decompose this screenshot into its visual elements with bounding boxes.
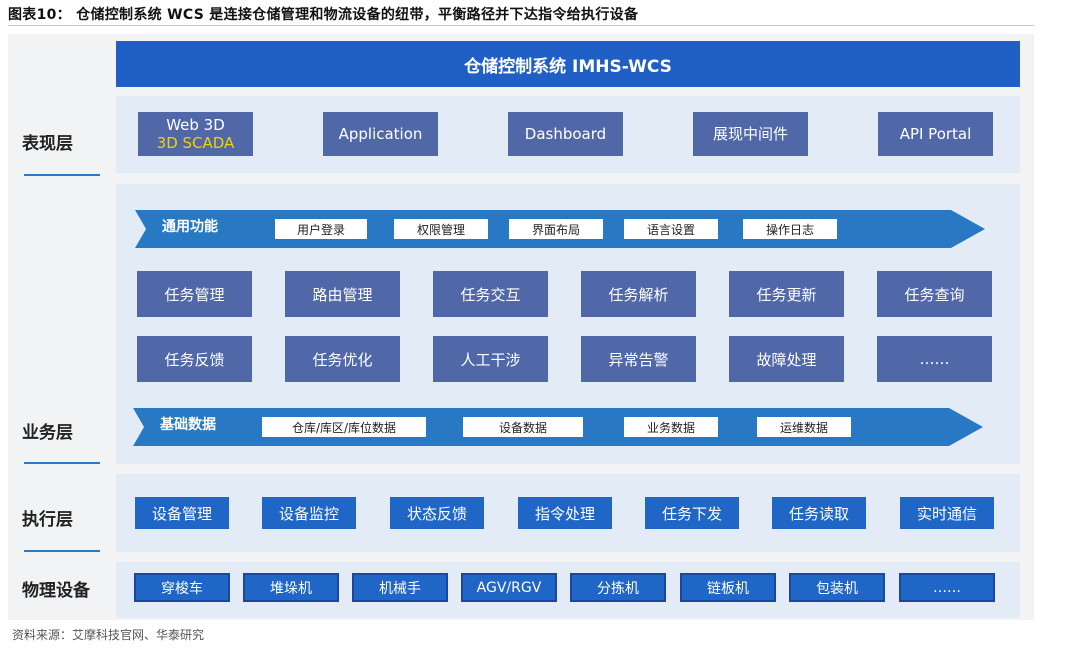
basic-data-title: 基础数据 — [160, 417, 216, 433]
general-chip-oplog: 操作日志 — [743, 219, 837, 239]
presentation-box-web3d-line2: 3D SCADA — [156, 134, 235, 152]
device-box-sorter: 分拣机 — [570, 573, 666, 602]
task-box-more: …… — [877, 336, 992, 382]
basic-chip-operations: 运维数据 — [757, 417, 851, 437]
title-rule — [8, 25, 1034, 26]
device-box-chain-conveyor: 链板机 — [680, 573, 776, 602]
general-chip-layout: 界面布局 — [509, 219, 603, 239]
figure-title: 图表10： 仓储控制系统 WCS 是连接仓储管理和物流设备的纽带，平衡路径并下达… — [8, 7, 639, 23]
device-box-agv-rgv: AGV/RGV — [461, 573, 557, 602]
device-box-more: …… — [899, 573, 995, 602]
task-box-exception-alarm: 异常告警 — [581, 336, 696, 382]
exec-box-task-dispatch: 任务下发 — [645, 497, 739, 529]
source-note: 资料来源：艾摩科技官网、华泰研究 — [12, 628, 205, 642]
presentation-box-web3d-line1: Web 3D — [166, 116, 225, 134]
basic-chip-business: 业务数据 — [624, 417, 718, 437]
presentation-box-application: Application — [323, 112, 438, 156]
presentation-box-middleware: 展现中间件 — [693, 112, 808, 156]
general-chip-permissions: 权限管理 — [394, 219, 488, 239]
task-box-fault-handling: 故障处理 — [729, 336, 844, 382]
general-chip-login: 用户登录 — [275, 219, 367, 239]
presentation-box-dashboard-label: Dashboard — [524, 125, 607, 143]
task-box-management: 任务管理 — [137, 271, 252, 317]
task-box-optimization: 任务优化 — [285, 336, 400, 382]
system-banner: 仓储控制系统 IMHS-WCS — [116, 41, 1020, 87]
task-box-routing: 路由管理 — [285, 271, 400, 317]
layer-label-presentation: 表现层 — [22, 134, 73, 154]
presentation-box-api-portal: API Portal — [878, 112, 993, 156]
presentation-box-api-portal-label: API Portal — [899, 125, 972, 143]
layer-label-business: 业务层 — [22, 423, 73, 443]
task-box-feedback: 任务反馈 — [137, 336, 252, 382]
presentation-box-application-label: Application — [338, 125, 423, 143]
layer-underline-execution — [24, 550, 100, 552]
task-box-manual-intervention: 人工干涉 — [433, 336, 548, 382]
exec-box-command-processing: 指令处理 — [518, 497, 612, 529]
device-box-packer: 包装机 — [789, 573, 885, 602]
basic-chip-device: 设备数据 — [463, 417, 583, 437]
general-chip-language: 语言设置 — [624, 219, 718, 239]
layer-label-execution: 执行层 — [22, 510, 73, 530]
layer-underline-presentation — [24, 174, 100, 176]
device-box-manipulator: 机械手 — [352, 573, 448, 602]
task-box-update: 任务更新 — [729, 271, 844, 317]
exec-box-realtime-comm: 实时通信 — [900, 497, 994, 529]
exec-box-device-management: 设备管理 — [135, 497, 229, 529]
presentation-box-web3d: Web 3D 3D SCADA — [138, 112, 253, 156]
device-box-shuttle: 穿梭车 — [134, 573, 230, 602]
exec-box-device-monitoring: 设备监控 — [262, 497, 356, 529]
presentation-box-dashboard: Dashboard — [508, 112, 623, 156]
task-box-query: 任务查询 — [877, 271, 992, 317]
presentation-box-middleware-label: 展现中间件 — [712, 125, 788, 143]
exec-box-task-read: 任务读取 — [772, 497, 866, 529]
task-box-parsing: 任务解析 — [581, 271, 696, 317]
exec-box-status-feedback: 状态反馈 — [390, 497, 484, 529]
device-box-stacker: 堆垛机 — [243, 573, 339, 602]
general-functions-title: 通用功能 — [162, 219, 218, 235]
task-box-interaction: 任务交互 — [433, 271, 548, 317]
layer-label-devices: 物理设备 — [22, 581, 90, 601]
basic-chip-warehouse: 仓库/库区/库位数据 — [262, 417, 426, 437]
layer-underline-business — [24, 462, 100, 464]
